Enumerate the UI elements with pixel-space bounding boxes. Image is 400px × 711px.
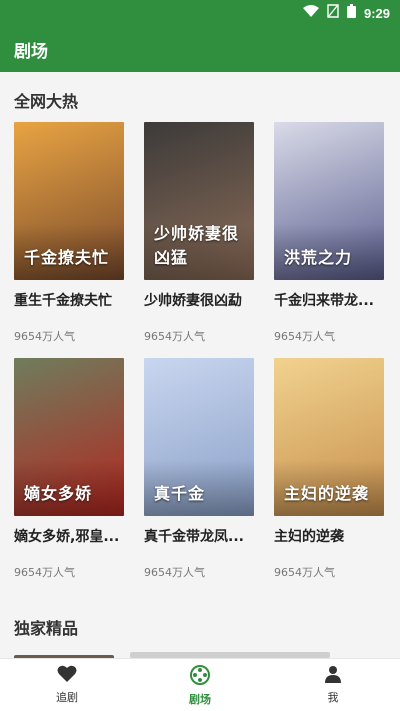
poster-title: 嫡女多娇 xyxy=(24,484,93,503)
drama-title: 真千金带龙凤... xyxy=(144,529,244,545)
section-title-exclusive: 独家精品 xyxy=(14,619,79,638)
poster-title: 主妇的逆袭 xyxy=(284,484,370,503)
drama-card[interactable]: 洪荒之力 千金归来带龙... 9654万人气 xyxy=(274,122,386,344)
drama-popularity: 9654万人气 xyxy=(14,566,75,579)
drama-popularity: 9654万人气 xyxy=(274,330,335,343)
drama-card[interactable]: 主妇的逆袭 主妇的逆袭 9654万人气 xyxy=(274,358,386,580)
poster-title: 真千金 xyxy=(154,484,206,503)
drama-poster[interactable]: 千金撩夫忙 xyxy=(14,122,124,280)
drama-poster[interactable]: 真千金 xyxy=(144,358,254,516)
poster-title: 千金撩夫忙 xyxy=(24,248,110,267)
nav-item-me[interactable]: 我 xyxy=(293,665,373,705)
wifi-icon xyxy=(302,5,319,21)
person-icon xyxy=(324,666,342,687)
drama-popularity: 9654万人气 xyxy=(14,330,75,343)
drama-popularity: 9654万人气 xyxy=(274,566,335,579)
nav-item-theater[interactable]: 剧场 xyxy=(160,665,240,707)
drama-title: 主妇的逆袭 xyxy=(274,529,344,545)
poster-title: 洪荒之力 xyxy=(284,248,353,267)
status-icons: 9:29 xyxy=(302,4,390,22)
drama-title: 嫡女多娇,邪皇... xyxy=(14,529,120,545)
film-reel-icon xyxy=(190,665,210,689)
heart-icon xyxy=(57,665,77,687)
signal-off-icon xyxy=(327,4,339,22)
drama-poster[interactable]: 洪荒之力 xyxy=(274,122,384,280)
drama-popularity: 9654万人气 xyxy=(144,330,205,343)
drama-card[interactable]: 嫡女多娇 嫡女多娇,邪皇... 9654万人气 xyxy=(14,358,126,580)
drama-popularity: 9654万人气 xyxy=(144,566,205,579)
drama-title: 千金归来带龙... xyxy=(274,293,374,309)
drama-card[interactable]: 真千金 真千金带龙凤... 9654万人气 xyxy=(144,358,256,580)
nav-label: 剧场 xyxy=(189,693,211,706)
section-title-hot: 全网大热 xyxy=(14,92,79,111)
poster-title: 少帅娇妻很凶猛 xyxy=(154,224,240,267)
nav-label: 追剧 xyxy=(56,691,78,704)
drama-title: 重生千金撩夫忙 xyxy=(14,293,112,309)
app-bar: 剧场 xyxy=(0,24,400,72)
drama-poster[interactable]: 嫡女多娇 xyxy=(14,358,124,516)
drama-title: 少帅娇妻很凶勐 xyxy=(144,293,242,309)
clock: 9:29 xyxy=(363,5,390,21)
nav-label: 我 xyxy=(327,691,339,704)
page-title: 剧场 xyxy=(14,42,48,62)
battery-icon xyxy=(346,4,356,22)
drama-poster[interactable]: 少帅娇妻很凶猛 xyxy=(144,122,254,280)
nav-item-follow[interactable]: 追剧 xyxy=(27,665,107,705)
status-bar: 9:29 xyxy=(0,0,400,24)
drama-card[interactable]: 千金撩夫忙 重生千金撩夫忙 9654万人气 xyxy=(14,122,126,344)
drama-poster[interactable]: 主妇的逆袭 xyxy=(274,358,384,516)
bottom-nav: 追剧 剧场 我 xyxy=(0,658,400,711)
drama-card[interactable]: 少帅娇妻很凶猛 少帅娇妻很凶勐 9654万人气 xyxy=(144,122,256,344)
